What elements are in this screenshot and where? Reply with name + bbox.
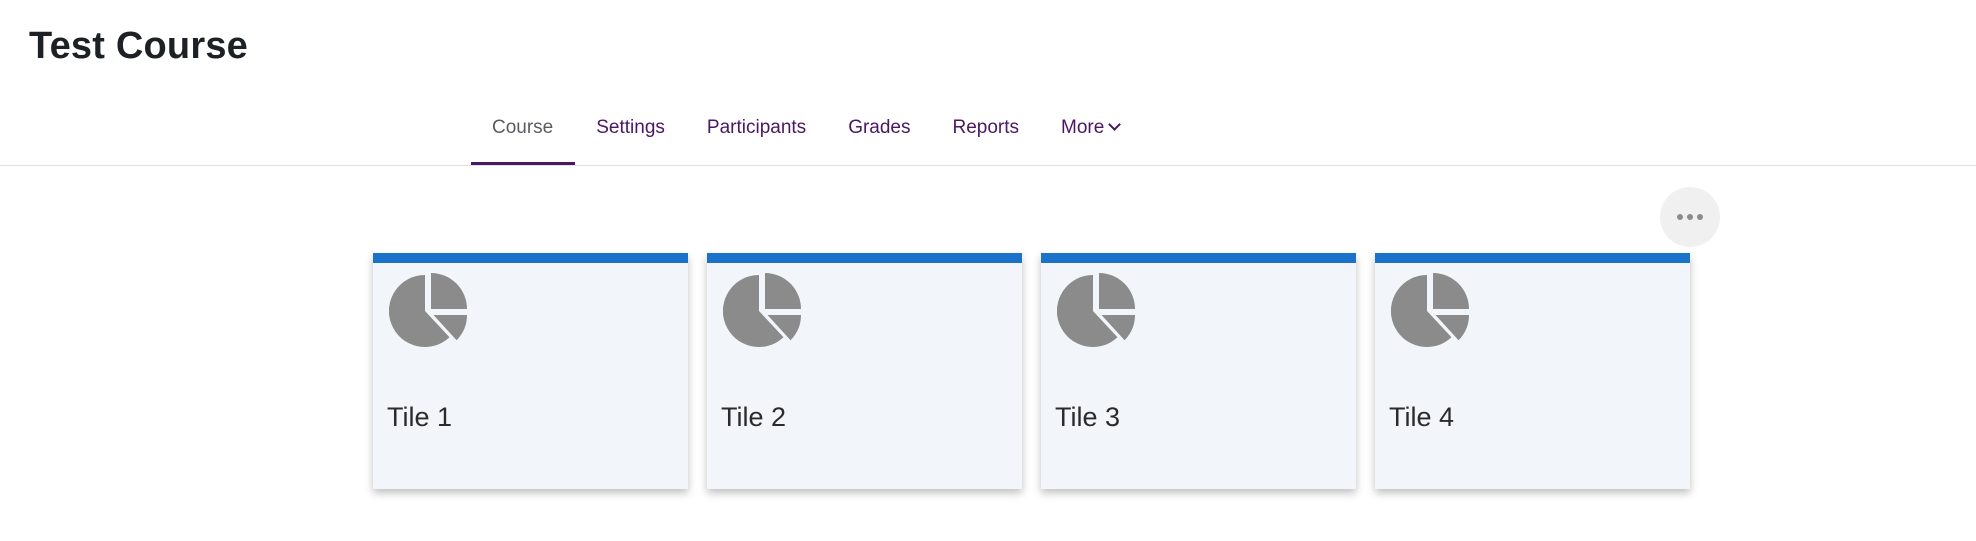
pie-chart-icon (723, 273, 801, 347)
tab-more[interactable]: More (1040, 96, 1140, 166)
ellipsis-icon (1677, 214, 1683, 220)
ellipsis-icon-dot-2 (1687, 214, 1693, 220)
tile-label: Tile 2 (721, 402, 787, 432)
tile-4[interactable]: Tile 4 (1375, 253, 1690, 489)
tab-reports-label: Reports (952, 117, 1020, 138)
tile-3[interactable]: Tile 3 (1041, 253, 1356, 489)
pie-chart-icon (389, 273, 467, 347)
tab-reports[interactable]: Reports (932, 96, 1041, 166)
ellipsis-menu-button[interactable] (1660, 187, 1720, 247)
tile-label: Tile 4 (1389, 402, 1455, 432)
tile-label: Tile 3 (1055, 402, 1121, 432)
page-title: Test Course (29, 25, 248, 67)
tiles-container: Tile 1 Tile 2 Tile 3 Tile 4 (373, 253, 1690, 489)
tile-2[interactable]: Tile 2 (707, 253, 1022, 489)
tile-label: Tile 1 (387, 402, 453, 432)
tab-course[interactable]: Course (471, 96, 576, 166)
pie-chart-icon (1391, 273, 1469, 347)
tab-grades[interactable]: Grades (827, 96, 931, 166)
tab-participants[interactable]: Participants (686, 96, 827, 166)
course-navigation: Course Settings Participants Grades Repo… (471, 96, 1140, 166)
tab-course-label: Course (492, 117, 554, 138)
tab-grades-label: Grades (848, 117, 911, 138)
pie-chart-icon (1057, 273, 1135, 347)
tab-participants-label: Participants (706, 117, 807, 138)
chevron-down-icon (1108, 118, 1122, 131)
course-page: Test Course Course Settings Participants… (0, 0, 1976, 541)
ellipsis-icon-dot-3 (1697, 214, 1703, 220)
tab-settings[interactable]: Settings (575, 96, 686, 166)
tab-more-label: More (1061, 117, 1105, 138)
nav-divider (0, 165, 1976, 166)
tile-1[interactable]: Tile 1 (373, 253, 688, 489)
tab-settings-label: Settings (596, 117, 665, 138)
